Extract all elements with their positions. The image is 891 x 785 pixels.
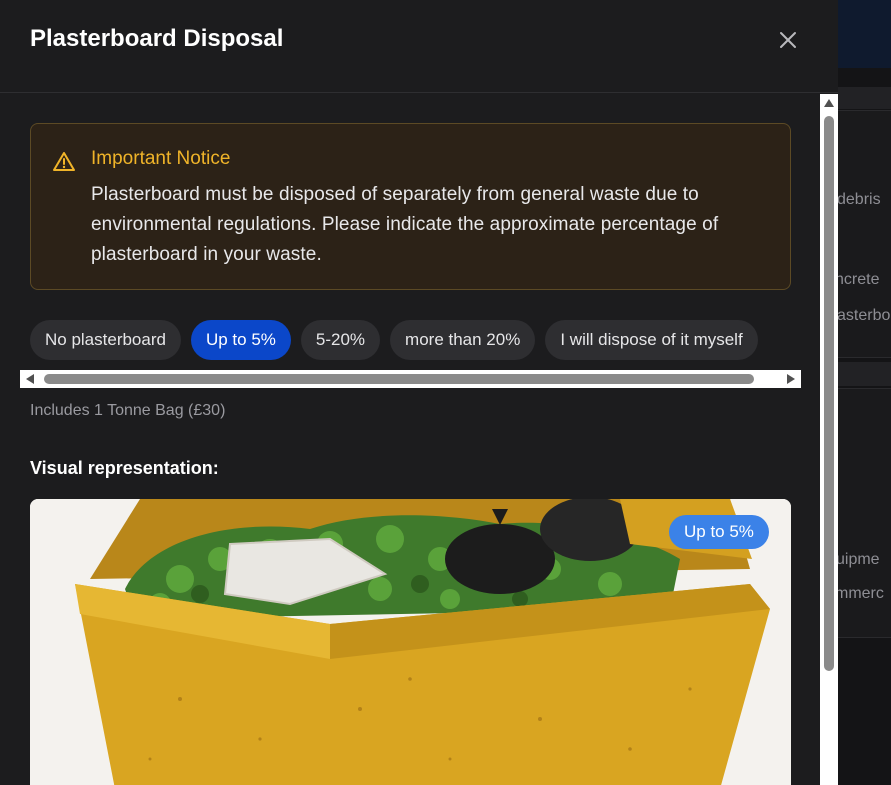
image-percentage-badge: Up to 5%: [669, 515, 769, 549]
horizontal-scroll-thumb[interactable]: [44, 374, 754, 384]
background-text: asterbo: [838, 307, 891, 324]
skip-illustration: Up to 5%: [30, 499, 791, 785]
scroll-up-arrow-icon[interactable]: [824, 99, 834, 107]
modal-title: Plasterboard Disposal: [30, 25, 284, 52]
visual-representation-label: Visual representation:: [30, 458, 219, 478]
notice-body: Plasterboard must be disposed of separat…: [91, 184, 719, 265]
close-icon: [780, 32, 796, 48]
scroll-left-arrow-icon[interactable]: [26, 374, 34, 384]
includes-text: Includes 1 Tonne Bag (£30): [30, 402, 226, 419]
close-button[interactable]: [772, 24, 804, 56]
notice-title: Important Notice: [91, 148, 231, 169]
option-up-to-5[interactable]: Up to 5%: [190, 320, 291, 360]
vertical-scrollbar[interactable]: [820, 94, 838, 785]
option-no-plasterboard[interactable]: No plasterboard: [30, 320, 181, 360]
horizontal-scrollbar[interactable]: [20, 370, 801, 388]
important-notice: Important Notice Plasterboard must be di…: [30, 123, 791, 290]
option-5-20[interactable]: 5-20%: [300, 320, 381, 360]
percentage-options: No plasterboard Up to 5% 5-20% more than…: [20, 320, 801, 360]
background-strip: [838, 362, 891, 386]
background-card: uipme mmerc: [838, 388, 891, 638]
background-text: mmerc: [838, 585, 884, 602]
background-header: [838, 0, 891, 68]
background-text: debris: [838, 191, 881, 208]
vertical-scroll-thumb[interactable]: [824, 116, 834, 671]
scroll-right-arrow-icon[interactable]: [787, 374, 795, 384]
warning-triangle-icon: [53, 152, 75, 171]
option-more-than-20[interactable]: more than 20%: [390, 320, 536, 360]
plasterboard-modal: Plasterboard Disposal Important Notice P…: [0, 0, 838, 785]
background-card: debris ncrete asterbo: [838, 110, 891, 358]
background-text: uipme: [838, 551, 880, 568]
background-text: ncrete: [838, 271, 880, 288]
background-page: debris ncrete asterbo uipme mmerc: [838, 0, 891, 785]
option-dispose-myself[interactable]: I will dispose of it myself: [545, 320, 758, 360]
modal-header: Plasterboard Disposal: [0, 0, 838, 93]
modal-content: Important Notice Plasterboard must be di…: [0, 94, 820, 785]
background-strip: [838, 87, 891, 109]
